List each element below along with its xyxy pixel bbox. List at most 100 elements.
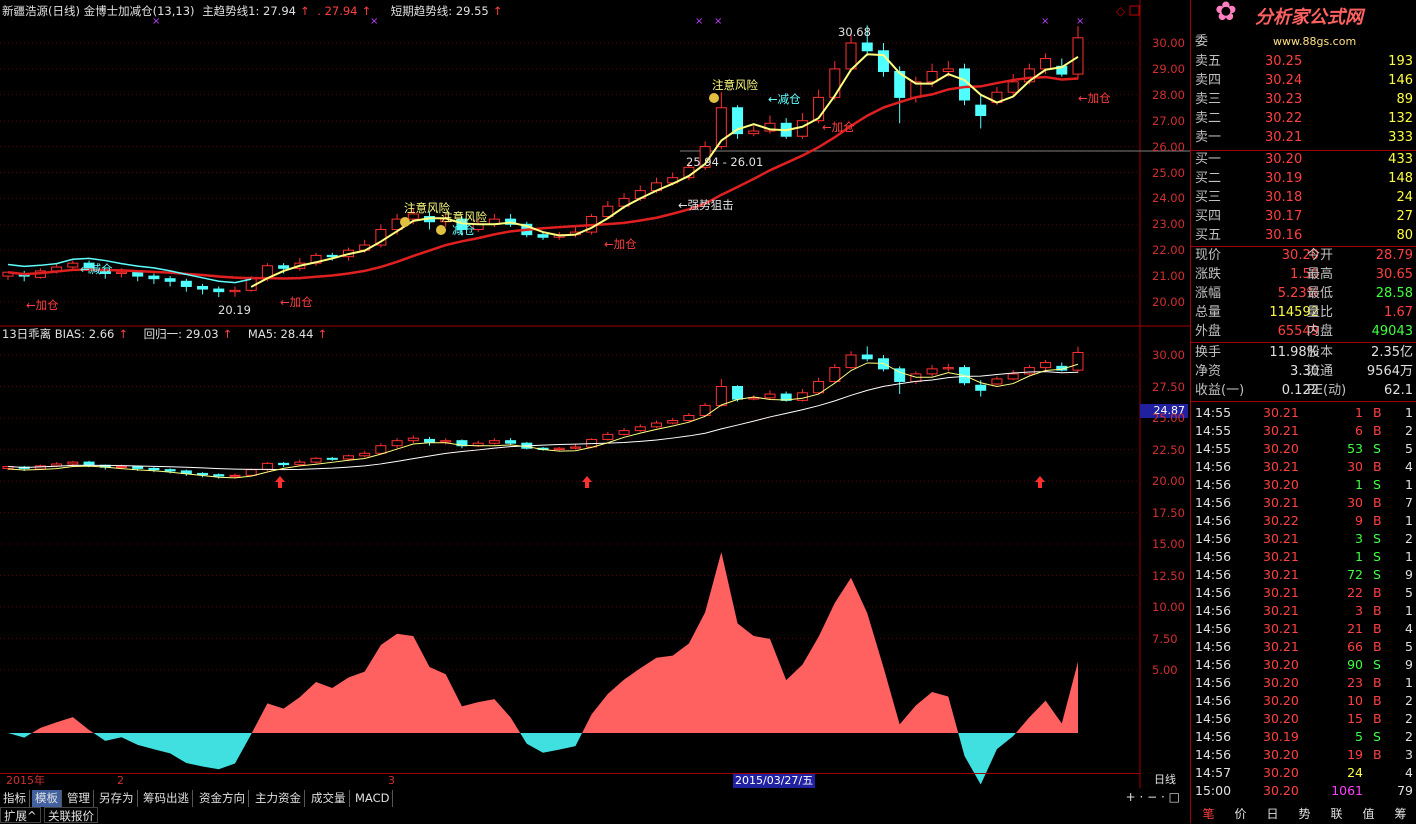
side-tab-0[interactable]: 笔 [1195,806,1222,823]
sell-volume: 132 [1388,111,1413,126]
side-tab-2[interactable]: 日 [1259,806,1286,823]
x-month-3: 3 [388,774,395,787]
tick-count: 1 [1405,513,1413,528]
side-tab-1[interactable]: 价 [1227,806,1254,823]
tab-7[interactable]: 成交量 [308,790,350,807]
y-tick-top: 30.00 [1152,36,1185,50]
candle-body-mid [602,433,614,440]
tick-time: 14:56 [1195,495,1232,510]
tab-1[interactable]: 模板 [32,790,62,807]
side-tab-5[interactable]: 值 [1355,806,1382,823]
tick-row: 14:56 30.21 21 B 4 [1191,620,1416,638]
short-trend-label: 短期趋势线: 29.55 [390,4,489,18]
candle-body-mid [245,469,257,476]
add-label-2: ←加仓 [280,295,313,309]
tab-related-quote[interactable]: 关联报价 [44,807,98,823]
candle-body-mid [845,354,857,369]
candle-body [148,275,160,280]
candle-body [861,42,873,52]
tick-side: S [1373,657,1381,672]
tick-count: 2 [1405,531,1413,546]
buy-price: 30.20 [1265,152,1303,167]
tick-row: 14:56 30.22 9 B 1 [1191,512,1416,530]
candle-body [132,271,144,277]
candle-body [229,289,241,293]
tab-2[interactable]: 管理 [64,790,94,807]
buy-label: 买二 [1195,171,1222,186]
candle-body-mid [278,462,290,466]
candle-body-mid [829,367,841,382]
tick-price: 30.21 [1263,567,1299,582]
tick-price: 30.22 [1263,513,1299,528]
buy-row: 买五 30.16 80 [1191,226,1416,245]
sell-label: 卖二 [1195,111,1222,126]
indicator-header: 13日乖离 BIAS: 2.66 ↑ 回归一: 29.03 ↑ MA5: 28.44… [2,327,328,341]
tick-side: B [1373,621,1382,636]
tick-time: 14:56 [1195,747,1232,762]
candle-body [164,278,176,282]
tick-price: 30.21 [1263,531,1299,546]
candle-body-mid [391,440,403,447]
tick-price: 30.20 [1263,783,1299,798]
tick-price: 30.20 [1263,657,1299,672]
side-tab-3[interactable]: 势 [1291,806,1318,823]
buy-row: 买一 30.20 433 [1191,150,1416,169]
tab-6[interactable]: 主力资金 [252,790,305,807]
risk-label-3: 注意风险 [712,78,758,92]
tab-expand[interactable]: 扩展^ [0,807,41,823]
stat-value-2: 62.1 [1384,383,1413,398]
candle-body-mid [148,467,160,471]
zoom-controls[interactable]: + · − · □ [1126,790,1180,804]
buy-volume: 433 [1388,152,1413,167]
tab-8[interactable]: MACD [352,790,394,807]
candle-body [213,288,225,293]
tick-row: 14:56 30.21 72 S 9 [1191,566,1416,584]
tab-3[interactable]: 另存为 [96,790,138,807]
candle-body-mid [197,472,209,476]
y-tick-top: 26.00 [1152,139,1185,154]
sell-label: 卖一 [1195,130,1222,145]
stat-label: 收益(一) [1195,383,1245,398]
side-tab-4[interactable]: 联 [1323,806,1350,823]
tick-count: 1 [1405,603,1413,618]
x-year: 2015年 [6,774,45,787]
quote-panel: ✿ 分析家公式网 www.88gs.com 委卖五 30.25 193 卖四 30.24… [1190,0,1416,823]
tick-row: 14:56 30.20 1 S 1 [1191,476,1416,494]
stat-value-2: 9564万 [1366,364,1413,379]
reduce-label-3: ←减仓 [768,92,801,106]
candle-body-mid [342,455,354,460]
tick-count: 2 [1405,729,1413,744]
candle-body-mid [926,368,938,375]
chart-area[interactable]: × × × × × × ◇ 新疆浩源(日线) 金博士加减仓(13,13) 主趋势线1: 27… [0,0,1190,823]
tick-time: 14:56 [1195,621,1232,636]
tab-5[interactable]: 资金方向 [196,790,249,807]
side-tab-6[interactable]: 筹 [1387,806,1414,823]
tick-price: 30.20 [1263,693,1299,708]
sell-label: 卖五 [1195,54,1222,69]
candle-body-mid [1040,362,1052,369]
y-tick-top: 20.00 [1152,295,1185,309]
flower-icon: ✿ [1215,0,1237,27]
tick-time: 14:56 [1195,675,1232,690]
buy-label: 买一 [1195,152,1222,167]
tick-count: 5 [1405,585,1413,600]
tick-count: 2 [1405,693,1413,708]
kline-chart[interactable]: × × × × × ×◇ [0,0,1190,788]
tick-volume: 22 [1347,585,1363,600]
tab-4[interactable]: 筹码出逃 [140,790,193,807]
sell-price: 30.21 [1265,130,1303,145]
tick-side: B [1373,675,1382,690]
stat-label: 外盘 [1195,324,1222,339]
diamond-icon: ◇ [1116,4,1126,18]
sell-row: 卖四 30.24 146 [1191,71,1416,90]
sell-row: 卖五 30.25 193 [1191,52,1416,71]
regress-label: 回归一: 29.03 [143,327,219,341]
tab-0[interactable]: 指标 [0,790,30,807]
tick-time: 14:56 [1195,585,1232,600]
candle-body [829,68,841,98]
candle-body-mid [650,422,662,428]
candle-body-mid [732,386,744,400]
candle-body [845,42,857,70]
candle-body [748,130,760,135]
stat-label-2: PE(动) [1307,383,1347,398]
